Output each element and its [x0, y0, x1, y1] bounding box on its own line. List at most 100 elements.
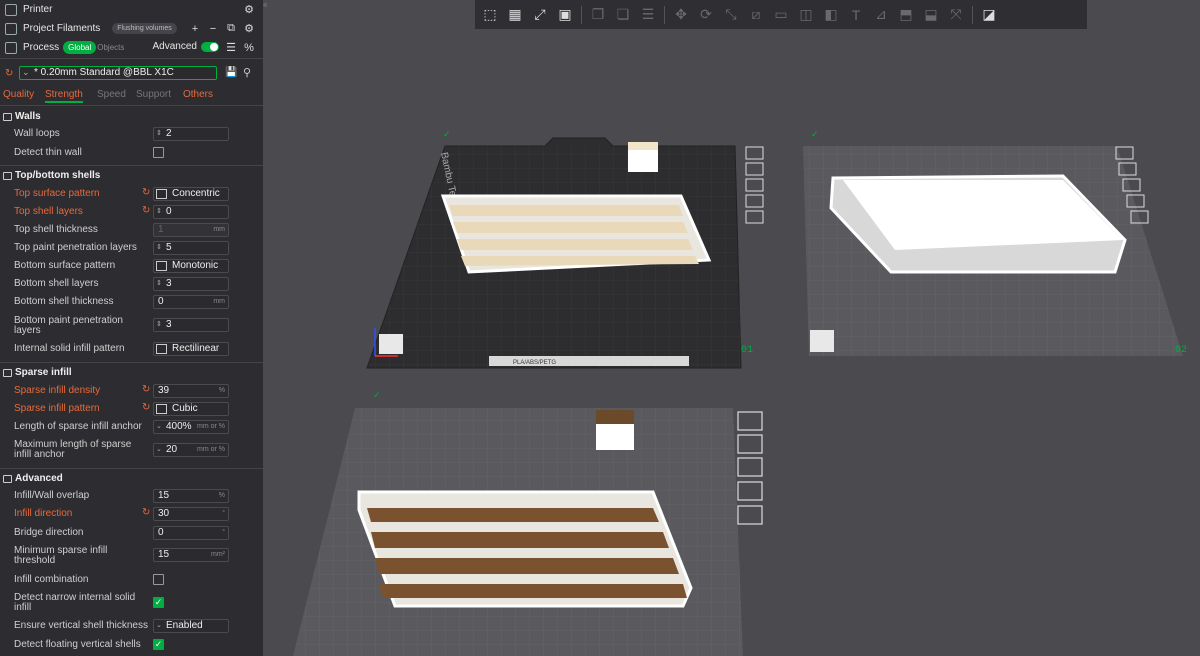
ensure-vertical-select[interactable]: ⌄ Enabled	[153, 619, 229, 633]
plate-icon[interactable]: ▣	[554, 4, 576, 26]
remove-icon[interactable]: −	[207, 23, 219, 35]
bottom-shell-thickness-input[interactable]: 0 mm	[153, 295, 229, 309]
spin-icon[interactable]: ⇕	[156, 206, 162, 218]
assemble-icon[interactable]: ⬒	[895, 4, 917, 26]
lay-flat-icon[interactable]: ▭	[770, 4, 792, 26]
plate-2[interactable]: 02 ✓	[803, 129, 1187, 356]
delete-plate-icon[interactable]	[745, 146, 764, 160]
auto-orient-icon[interactable]: ⤢	[529, 4, 551, 26]
rotate-icon[interactable]: ⟳	[695, 4, 717, 26]
anchor-length-input[interactable]: ⌄ 400% mm or %	[153, 420, 229, 434]
tab-quality[interactable]: Quality	[3, 89, 34, 100]
gear-icon[interactable]: ⚙	[243, 3, 255, 16]
measure-icon[interactable]: ⊿	[870, 4, 892, 26]
wall-loops-input[interactable]: ⇕ 2	[153, 127, 229, 141]
spin-icon[interactable]: ⇕	[156, 278, 162, 290]
scale-fit-icon[interactable]: ⤧	[945, 4, 967, 26]
sparse-density-input[interactable]: 39%	[153, 384, 229, 398]
detect-narrow-checkbox[interactable]: ✓	[153, 597, 164, 608]
infill-combination-checkbox[interactable]	[153, 574, 164, 585]
process-preset-select[interactable]: * 0.20mm Standard @BBL X1C	[19, 66, 217, 80]
printer-row[interactable]: Printer ⚙	[0, 0, 263, 19]
tab-strength[interactable]: Strength	[45, 89, 83, 103]
spin-icon[interactable]: ⇕	[156, 242, 162, 254]
tab-support[interactable]: Support	[136, 89, 171, 100]
layers-icon[interactable]: ☰	[637, 4, 659, 26]
chevron-down-icon[interactable]: ⌄	[156, 444, 162, 456]
plate-3[interactable]: ✓	[293, 390, 763, 656]
setting-label: Top shell thickness	[14, 224, 98, 235]
plate-settings-icon[interactable]	[745, 210, 764, 224]
add-icon[interactable]: +	[189, 23, 201, 35]
plate-number-01[interactable]: 01	[741, 345, 753, 356]
orient-plate-icon[interactable]	[737, 434, 763, 454]
gear-icon[interactable]: ⚙	[243, 22, 255, 35]
split-icon[interactable]: ⬓	[920, 4, 942, 26]
chevron-down-icon[interactable]: ⌄	[156, 620, 162, 632]
reset-icon[interactable]: ↻	[142, 402, 150, 413]
arrange-grid-icon[interactable]: ▦	[504, 4, 526, 26]
plate-1[interactable]: PLA/ABS/PETG Bambu Textured PEI Plate 01…	[366, 129, 764, 369]
detect-floating-checkbox[interactable]: ✓	[153, 639, 164, 650]
detect-thin-wall-checkbox[interactable]	[153, 147, 164, 158]
bottom-paint-penetration-input[interactable]: ⇕ 3	[153, 318, 229, 332]
arrange-plate-icon[interactable]	[745, 178, 764, 192]
tab-speed[interactable]: Speed	[97, 89, 126, 100]
flushing-volumes-button[interactable]: Flushing volumes	[112, 23, 177, 34]
anchor-max-input[interactable]: ⌄ 20 mm or %	[153, 443, 229, 457]
min-sparse-threshold-input[interactable]: 15 mm²	[153, 548, 229, 562]
list-icon[interactable]: ☰	[225, 41, 237, 54]
reset-icon[interactable]: ↻	[142, 187, 150, 198]
arrange-plate-icon[interactable]	[737, 457, 763, 477]
infill-direction-input[interactable]: 30 °	[153, 507, 229, 521]
reset-icon[interactable]: ↻	[142, 507, 150, 518]
move-icon[interactable]: ✥	[670, 4, 692, 26]
bottom-shell-layers-input[interactable]: ⇕ 3	[153, 277, 229, 291]
text-icon[interactable]: T	[845, 4, 867, 26]
part-tray-1[interactable]	[440, 194, 712, 274]
plate-settings-icon[interactable]	[737, 505, 763, 525]
seam-icon[interactable]: ◧	[820, 4, 842, 26]
settings-sidebar: Printer ⚙ Project Filaments Flushing vol…	[0, 0, 263, 656]
top-shell-layers-input[interactable]: ⇕ 0	[153, 205, 229, 219]
global-tab[interactable]: Global	[63, 41, 97, 54]
delete-plate-icon[interactable]	[737, 411, 763, 431]
spin-icon[interactable]: ⇕	[156, 128, 162, 140]
chevron-down-icon[interactable]: ⌄	[156, 421, 162, 433]
save-icon[interactable]: 💾	[225, 67, 237, 78]
internal-solid-pattern-select[interactable]: Rectilinear	[153, 342, 229, 356]
part-tray-3[interactable]	[357, 490, 693, 608]
top-surface-pattern-select[interactable]: Concentric	[153, 187, 229, 201]
bridge-direction-input[interactable]: 0 °	[153, 526, 229, 540]
reset-icon[interactable]: ↻	[142, 205, 150, 216]
infill-wall-overlap-input[interactable]: 15%	[153, 489, 229, 503]
bottom-surface-pattern-select[interactable]: Monotonic	[153, 259, 229, 273]
objects-tab[interactable]: Objects	[97, 43, 124, 52]
support-paint-icon[interactable]: ◫	[795, 4, 817, 26]
toolbar-separator	[581, 5, 582, 24]
cut-icon[interactable]: ⧄	[745, 4, 767, 26]
sync-icon[interactable]: ⧉	[225, 22, 237, 35]
slice-view-icon[interactable]: ◪	[978, 4, 1000, 26]
top-shell-thickness-input[interactable]: 1 mm	[153, 223, 229, 237]
lock-plate-icon[interactable]	[737, 481, 763, 501]
plate-number-02[interactable]: 02	[1175, 345, 1187, 356]
setting-label: Infill direction	[14, 508, 73, 519]
paste-icon[interactable]: ❏	[612, 4, 634, 26]
prime-tower	[596, 410, 634, 424]
tab-others[interactable]: Others	[183, 89, 213, 100]
3d-viewport[interactable]: « PLA/ABS/PETG Bambu Textured PEI Plate …	[263, 0, 1200, 656]
advanced-toggle[interactable]	[201, 41, 219, 52]
scale-icon[interactable]: ⤡	[720, 4, 742, 26]
search-icon[interactable]: ⚲	[243, 66, 251, 79]
add-cube-icon[interactable]: ⬚	[479, 4, 501, 26]
copy-icon[interactable]: ❐	[587, 4, 609, 26]
lock-plate-icon[interactable]	[745, 194, 764, 208]
spin-icon[interactable]: ⇕	[156, 319, 162, 331]
orient-plate-icon[interactable]	[745, 162, 764, 176]
top-paint-penetration-input[interactable]: ⇕ 5	[153, 241, 229, 255]
sparse-pattern-select[interactable]: Cubic	[153, 402, 229, 416]
compare-icon[interactable]: %	[243, 42, 255, 54]
reset-icon[interactable]: ↻	[142, 384, 150, 395]
reset-icon[interactable]: ↻	[5, 68, 13, 79]
